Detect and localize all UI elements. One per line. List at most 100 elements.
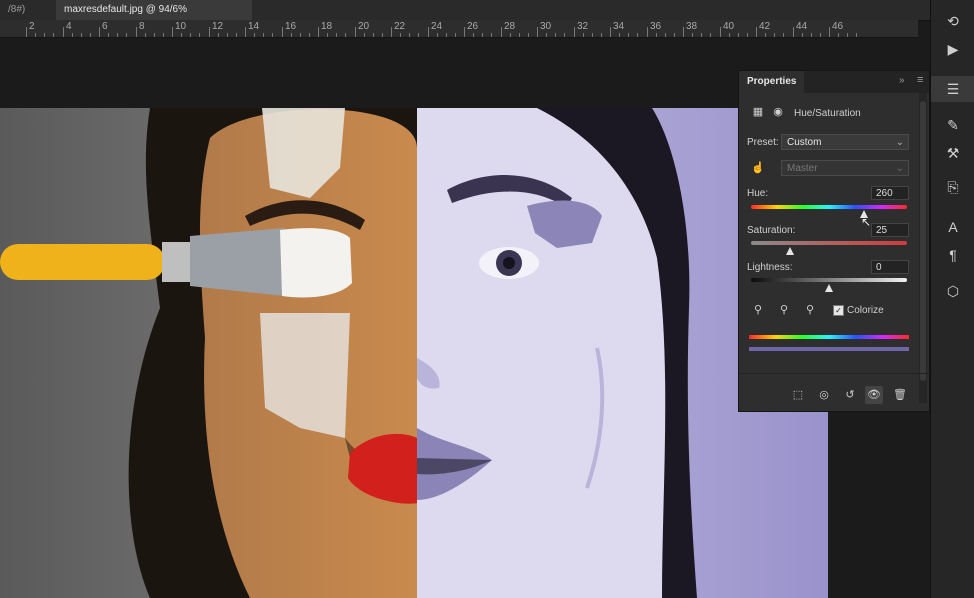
divider [739, 373, 929, 374]
document-canvas[interactable] [0, 108, 828, 598]
ruler-label: 36 [650, 21, 662, 32]
ruler-minor-tick [665, 33, 666, 37]
scrollbar-thumb[interactable] [920, 101, 926, 381]
ruler-minor-tick [473, 33, 474, 37]
targeted-adjustment-icon[interactable]: ☝ [749, 159, 767, 177]
lightness-label: Lightness: [747, 262, 793, 273]
brush-icon[interactable]: ✎ [931, 112, 974, 138]
ruler-minor-tick [592, 33, 593, 37]
properties-panel: Properties » ≡ ▦ ◉ Hue/Saturation Preset… [738, 70, 930, 412]
panel-menu-icon[interactable]: ≡ [917, 74, 923, 86]
eyedropper-icon[interactable]: ⚲ [749, 301, 767, 319]
lightness-value-field[interactable]: 0 [871, 260, 909, 274]
ruler-minor-tick [409, 33, 410, 37]
ruler-major-tick [574, 27, 575, 37]
ruler-minor-tick [309, 33, 310, 37]
ruler-minor-tick [446, 33, 447, 37]
adjustment-name: Hue/Saturation [794, 108, 861, 119]
ruler-label: 24 [431, 21, 443, 32]
ruler-label: 28 [504, 21, 516, 32]
history-icon[interactable]: ⟲ [931, 8, 974, 34]
ruler-minor-tick [546, 33, 547, 37]
ruler-label: 30 [540, 21, 552, 32]
ruler-major-tick [683, 27, 684, 37]
ruler-label: 6 [102, 21, 108, 32]
ruler-minor-tick [53, 33, 54, 37]
saturation-slider-track[interactable] [751, 241, 907, 245]
ruler-minor-tick [364, 33, 365, 37]
eyedropper-plus-icon[interactable]: ⚲ [775, 301, 793, 319]
ruler-major-tick [720, 27, 721, 37]
collapse-icon[interactable]: » [899, 75, 905, 86]
ruler-minor-tick [856, 33, 857, 37]
character-icon[interactable]: A [931, 214, 974, 240]
ruler-label: 18 [321, 21, 333, 32]
mask-icon[interactable]: ◉ [769, 103, 787, 121]
ruler-minor-tick [783, 33, 784, 37]
tab-previous-document[interactable]: /8#) *✕ [0, 0, 56, 35]
view-previous-state-icon[interactable]: ◎ [815, 386, 833, 404]
colorize-checkbox[interactable]: ✓ [833, 305, 844, 316]
saturation-value-field[interactable]: 25 [871, 223, 909, 237]
panel-title[interactable]: Properties [739, 71, 805, 93]
hue-value-field[interactable]: 260 [871, 186, 909, 200]
ruler-minor-tick [263, 33, 264, 37]
ruler-minor-tick [729, 33, 730, 37]
paragraph-icon[interactable]: ¶ [931, 242, 974, 268]
ruler-minor-tick [199, 33, 200, 37]
saturation-slider-thumb[interactable] [786, 247, 794, 255]
hue-label: Hue: [747, 188, 769, 199]
ruler-minor-tick [336, 33, 337, 37]
visibility-eye-icon[interactable]: 👁 [865, 386, 883, 404]
trash-icon[interactable]: 🗑 [891, 386, 909, 404]
hue-slider-track[interactable] [751, 205, 907, 209]
ruler-major-tick [647, 27, 648, 37]
colorize-label: Colorize [847, 305, 884, 316]
brush-settings-icon[interactable]: ⚒ [931, 140, 974, 166]
ruler-minor-tick [765, 33, 766, 37]
ruler-minor-tick [674, 33, 675, 37]
lightness-slider-thumb[interactable] [825, 284, 833, 292]
ruler-major-tick [829, 27, 830, 37]
adjustments-icon[interactable]: ☰ [931, 76, 974, 102]
horizontal-ruler[interactable]: 2 4 6 8 10 12 14 16 18 20 22 24 26 28 30 32 34 36 38 40 42 44… [0, 20, 918, 38]
adjustment-layer-icon[interactable]: ▦ [749, 103, 767, 121]
ruler-label: 12 [212, 21, 224, 32]
ruler-minor-tick [637, 33, 638, 37]
ruler-major-tick [172, 27, 173, 37]
tab-active-document[interactable]: maxresdefault.jpg @ 94/6% (RGB/8#)✕ [56, 0, 252, 35]
reset-icon[interactable]: ↺ [841, 386, 859, 404]
ruler-major-tick [793, 27, 794, 37]
preset-label: Preset: [747, 137, 779, 148]
ruler-minor-tick [628, 33, 629, 37]
preset-select[interactable]: Custom ⌄ [781, 134, 909, 150]
play-icon[interactable]: ▶ [931, 36, 974, 62]
ruler-minor-tick [519, 33, 520, 37]
ruler-minor-tick [227, 33, 228, 37]
channel-select[interactable]: Master ⌄ [781, 160, 909, 176]
ruler-major-tick [282, 27, 283, 37]
ruler-minor-tick [163, 33, 164, 37]
ruler-major-tick [99, 27, 100, 37]
ruler-minor-tick [236, 33, 237, 37]
ruler-label: 4 [66, 21, 72, 32]
panel-scrollbar[interactable] [919, 93, 927, 403]
ruler-minor-tick [108, 33, 109, 37]
clone-source-icon[interactable]: ⎘ [931, 174, 974, 200]
original-photo-half [0, 108, 418, 598]
ruler-minor-tick [774, 33, 775, 37]
ruler-minor-tick [656, 33, 657, 37]
ruler-minor-tick [710, 33, 711, 37]
ruler-major-tick [318, 27, 319, 37]
ruler-minor-tick [35, 33, 36, 37]
clip-to-layer-icon[interactable]: ⬚ [789, 386, 807, 404]
ruler-minor-tick [190, 33, 191, 37]
lightness-slider-track[interactable] [751, 278, 907, 282]
3d-icon[interactable]: ⬡ [931, 278, 974, 304]
ruler-minor-tick [373, 33, 374, 37]
eyedropper-minus-icon[interactable]: ⚲ [801, 301, 819, 319]
ruler-minor-tick [555, 33, 556, 37]
ruler-minor-tick [44, 33, 45, 37]
preset-value: Custom [787, 137, 822, 148]
ruler-major-tick [245, 27, 246, 37]
